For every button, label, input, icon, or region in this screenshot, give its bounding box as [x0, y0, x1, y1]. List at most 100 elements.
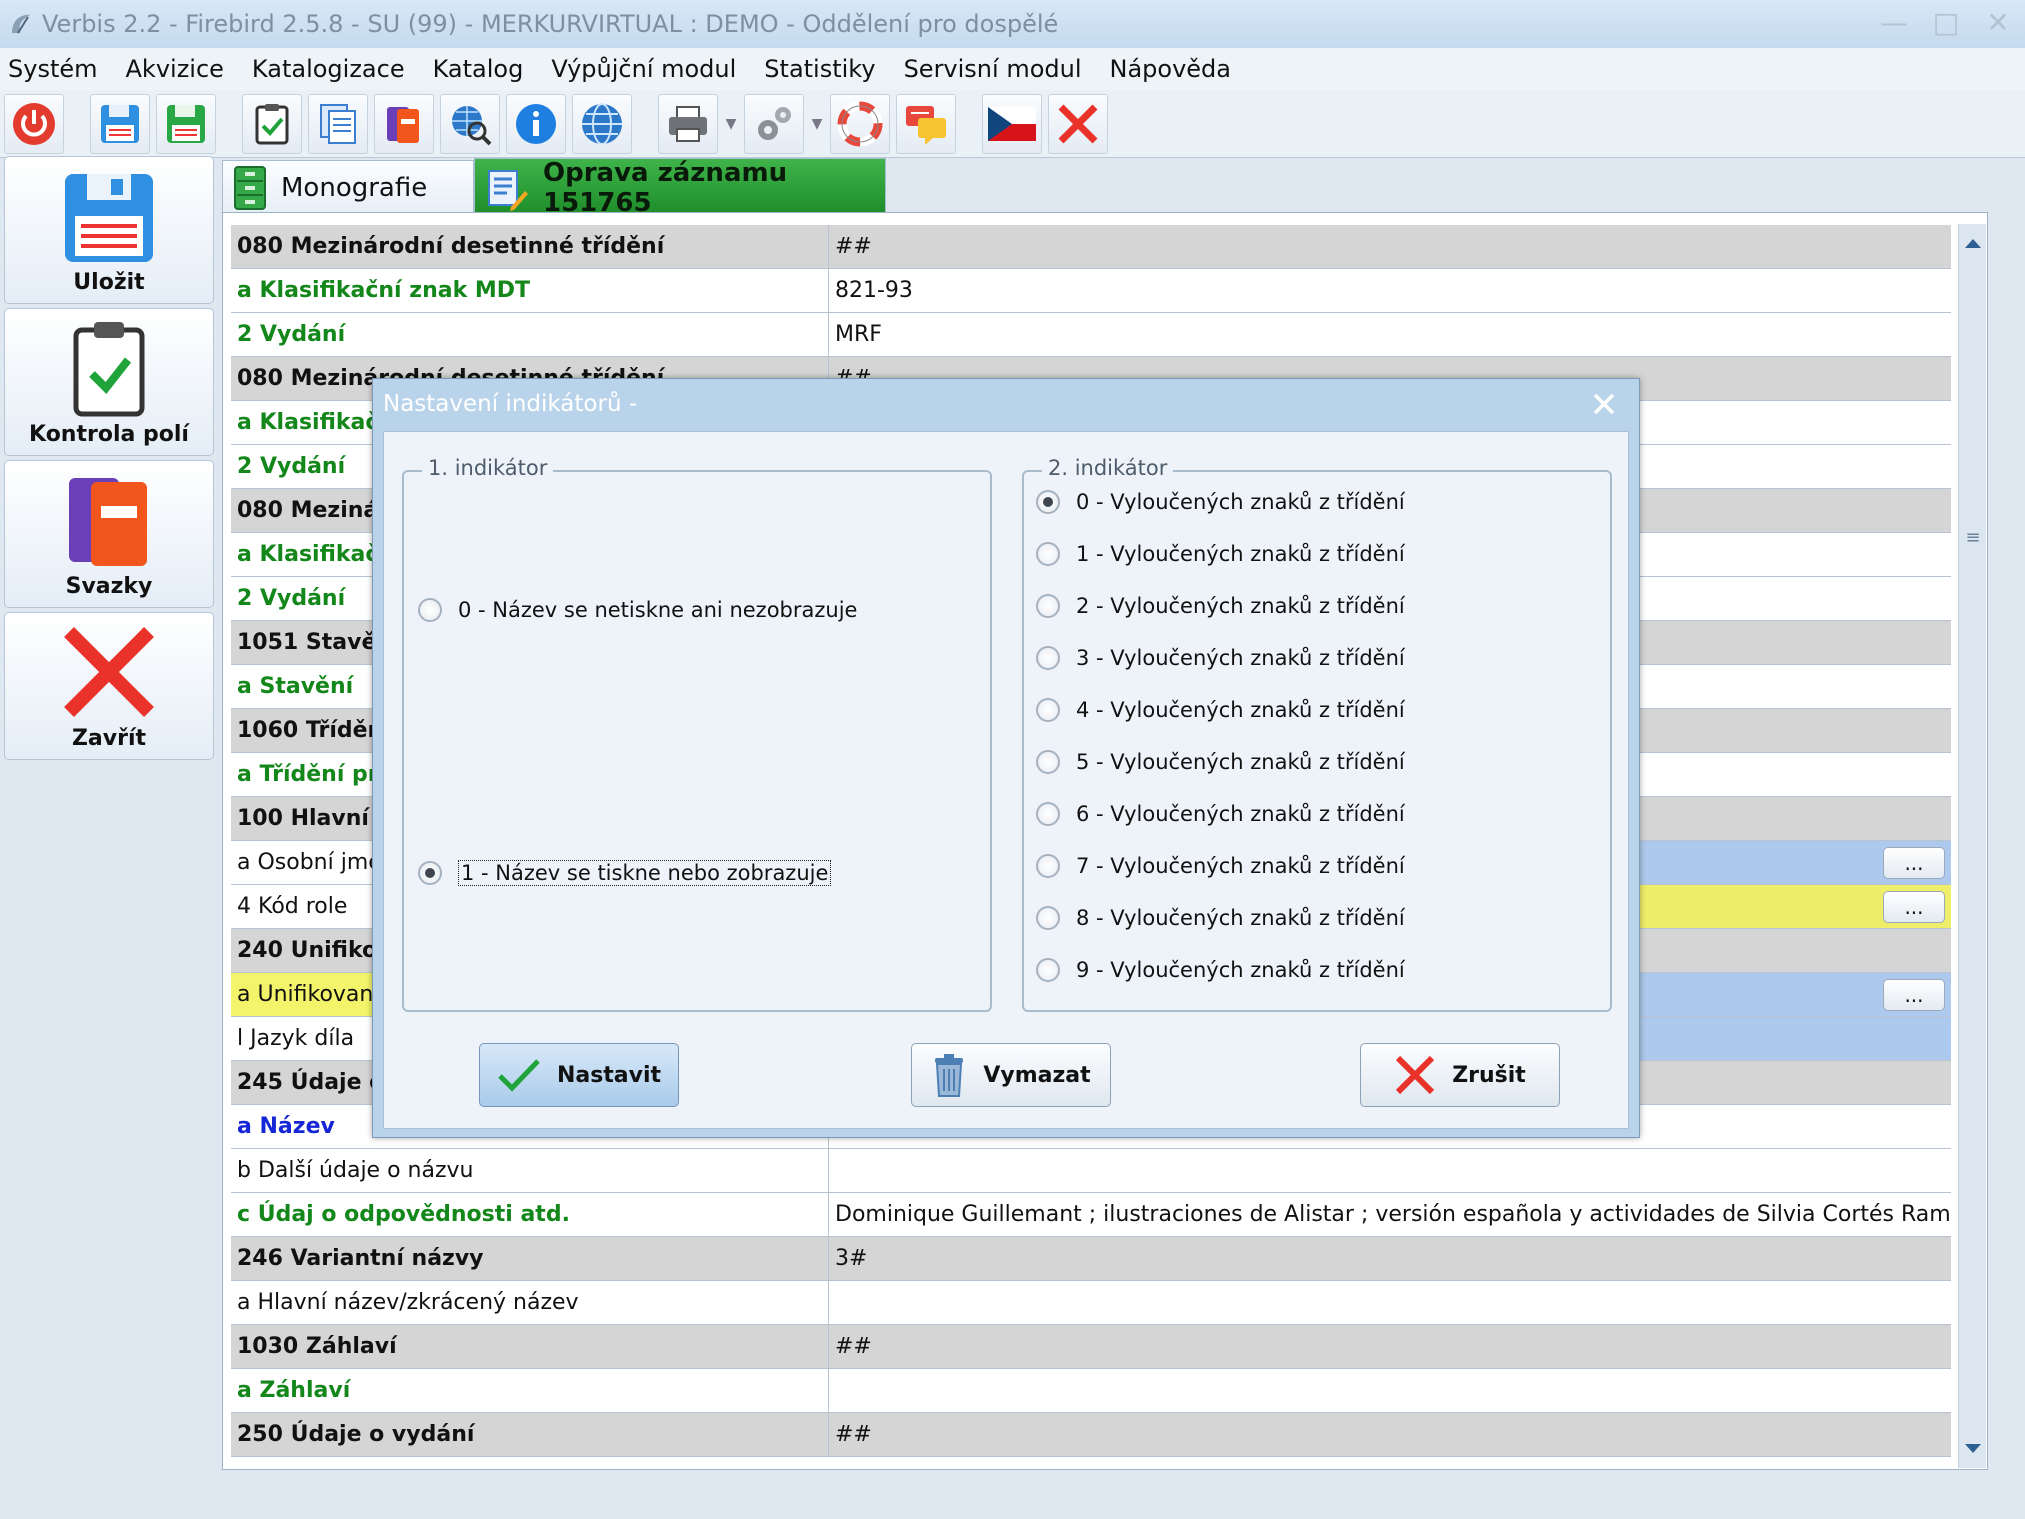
radio-icon	[1036, 698, 1060, 722]
scroll-up-icon[interactable]	[1960, 228, 1986, 258]
field-label: 246 Variantní názvy	[231, 1237, 829, 1280]
language-button[interactable]	[982, 93, 1042, 154]
scroll-thumb-grip-icon[interactable]: ≡	[1965, 526, 1981, 550]
help-button[interactable]	[830, 93, 890, 154]
table-row[interactable]: 080 Mezinárodní desetinné třídění##	[231, 225, 1951, 269]
menu-system[interactable]: Systém	[8, 55, 98, 83]
ind2-option-4[interactable]: 4 - Vyloučených znaků z třídění	[1036, 698, 1405, 722]
volumes-toolbar-button[interactable]	[374, 93, 434, 154]
field-value[interactable]: ##	[829, 225, 1951, 268]
menu-servisni-modul[interactable]: Servisní modul	[904, 55, 1082, 83]
indicator-2-group: 2. indikátor 0 - Vyloučených znaků z tří…	[1022, 456, 1612, 1012]
ind2-option-7[interactable]: 7 - Vyloučených znaků z třídění	[1036, 854, 1405, 878]
table-row[interactable]: a Klasifikační znak MDT 821-93	[231, 269, 1951, 313]
ind2-option-3[interactable]: 3 - Vyloučených znaků z třídění	[1036, 646, 1405, 670]
menu-akvizice[interactable]: Akvizice	[126, 55, 224, 83]
web-search-button[interactable]	[440, 93, 500, 154]
menu-katalogizace[interactable]: Katalogizace	[252, 55, 405, 83]
ind2-option-6[interactable]: 6 - Vyloučených znaků z třídění	[1036, 802, 1405, 826]
clear-button[interactable]: Vymazat	[911, 1043, 1111, 1107]
check-fields-side-button[interactable]: Kontrola polí	[4, 308, 214, 456]
web-button[interactable]	[572, 93, 632, 154]
settings-dropdown-arrow[interactable]: ▼	[810, 95, 824, 153]
menu-katalog[interactable]: Katalog	[433, 55, 524, 83]
scroll-down-icon[interactable]	[1960, 1434, 1986, 1464]
printer-icon	[669, 105, 707, 142]
table-row[interactable]: 246 Variantní názvy 3#	[231, 1237, 1951, 1281]
indicator-1-label: 1. indikátor	[422, 456, 554, 480]
print-dropdown-arrow[interactable]: ▼	[724, 95, 738, 153]
field-value[interactable]: ##	[829, 1413, 1951, 1456]
table-row[interactable]: a Hlavní název/zkrácený název	[231, 1281, 1951, 1325]
field-label: 080 Mezinárodní desetinné třídění	[231, 225, 829, 268]
check-fields-toolbar-button[interactable]	[242, 93, 302, 154]
info-button[interactable]	[506, 93, 566, 154]
lookup-button[interactable]: ...	[1883, 979, 1945, 1011]
radio-icon	[1036, 542, 1060, 566]
field-value[interactable]: ##	[829, 1325, 1951, 1368]
settings-button[interactable]	[744, 93, 804, 154]
close-toolbar-button[interactable]	[1048, 93, 1108, 154]
ind2-option-5[interactable]: 5 - Vyloučených znaků z třídění	[1036, 750, 1405, 774]
menu-vypujcni-modul[interactable]: Výpůjční modul	[551, 55, 736, 83]
table-row[interactable]: 250 Údaje o vydání ##	[231, 1413, 1951, 1457]
volumes-side-button[interactable]: Svazky	[4, 460, 214, 608]
ind2-option-2[interactable]: 2 - Vyloučených znaků z třídění	[1036, 594, 1405, 618]
subfield-value[interactable]: Dominique Guillemant ; ilustraciones de …	[829, 1193, 1951, 1236]
set-button[interactable]: Nastavit	[479, 1043, 679, 1107]
save-copy-button[interactable]	[156, 93, 216, 154]
table-row[interactable]: 2 Vydání MRF	[231, 313, 1951, 357]
cancel-button-label: Zrušit	[1452, 1062, 1526, 1088]
save-toolbar-button[interactable]	[90, 93, 150, 154]
table-row[interactable]: 1030 Záhlaví ##	[231, 1325, 1951, 1369]
tab-oprava-label: Oprava záznamu 151765	[543, 157, 788, 218]
ind1-option-1[interactable]: 1 - Název se tiskne nebo zobrazuje	[418, 860, 832, 886]
close-icon	[1058, 104, 1098, 143]
cancel-button[interactable]: Zrušit	[1360, 1043, 1560, 1107]
documents-button[interactable]	[308, 93, 368, 154]
ind2-option-label: 8 - Vyloučených znaků z třídění	[1076, 906, 1405, 930]
subfield-value[interactable]	[829, 1281, 1951, 1324]
ind2-option-8[interactable]: 8 - Vyloučených znaků z třídění	[1036, 906, 1405, 930]
radio-icon	[1036, 594, 1060, 618]
app-logo-icon	[6, 9, 36, 39]
ind2-option-label: 3 - Vyloučených znaků z třídění	[1076, 646, 1405, 670]
subfield-value[interactable]	[829, 1369, 1951, 1412]
lookup-button[interactable]: ...	[1883, 847, 1945, 879]
table-row[interactable]: c Údaj o odpovědnosti atd. Dominique Guil…	[231, 1193, 1951, 1237]
volumes-side-label: Svazky	[65, 574, 153, 599]
menu-statistiky[interactable]: Statistiky	[764, 55, 875, 83]
toolbar-separator	[222, 95, 236, 153]
subfield-label: b Další údaje o názvu	[231, 1149, 829, 1192]
close-side-button[interactable]: Zavřít	[4, 612, 214, 760]
messages-button[interactable]	[896, 93, 956, 154]
maximize-icon[interactable]: □	[1931, 8, 1961, 38]
radio-icon	[1036, 958, 1060, 982]
ind2-option-0[interactable]: 0 - Vyloučených znaků z třídění	[1036, 490, 1405, 514]
close-icon	[64, 627, 154, 717]
checklist-icon	[255, 103, 289, 144]
tab-oprava-zaznamu[interactable]: Oprava záznamu 151765	[474, 157, 886, 218]
dialog-title: Nastavení indikátorů -	[383, 391, 638, 417]
subfield-value[interactable]	[829, 1149, 1951, 1192]
menu-napoveda[interactable]: Nápověda	[1110, 55, 1232, 83]
save-side-button[interactable]: Uložit	[4, 156, 214, 304]
lookup-button[interactable]: ...	[1883, 891, 1945, 923]
print-button[interactable]	[658, 93, 718, 154]
ind2-option-label: 7 - Vyloučených znaků z třídění	[1076, 854, 1405, 878]
table-row[interactable]: a Záhlaví	[231, 1369, 1951, 1413]
vertical-scrollbar[interactable]: ≡	[1958, 224, 1986, 1468]
ind1-option-0[interactable]: 0 - Název se netiskne ani nezobrazuje	[418, 598, 857, 622]
side-panel: Uložit Kontrola polí Svazky Zavřít	[0, 156, 218, 1496]
dialog-close-icon[interactable]	[1587, 387, 1621, 421]
ind2-option-9[interactable]: 9 - Vyloučených znaků z třídění	[1036, 958, 1405, 982]
tab-monografie[interactable]: Monografie	[222, 160, 474, 214]
subfield-value[interactable]: MRF	[829, 313, 1951, 356]
power-button[interactable]	[4, 93, 64, 154]
close-window-icon[interactable]: ✕	[1983, 8, 2013, 38]
subfield-value[interactable]: 821-93	[829, 269, 1951, 312]
ind2-option-1[interactable]: 1 - Vyloučených znaků z třídění	[1036, 542, 1405, 566]
table-row[interactable]: b Další údaje o názvu	[231, 1149, 1951, 1193]
minimize-icon[interactable]: —	[1879, 8, 1909, 38]
field-value[interactable]: 3#	[829, 1237, 1951, 1280]
